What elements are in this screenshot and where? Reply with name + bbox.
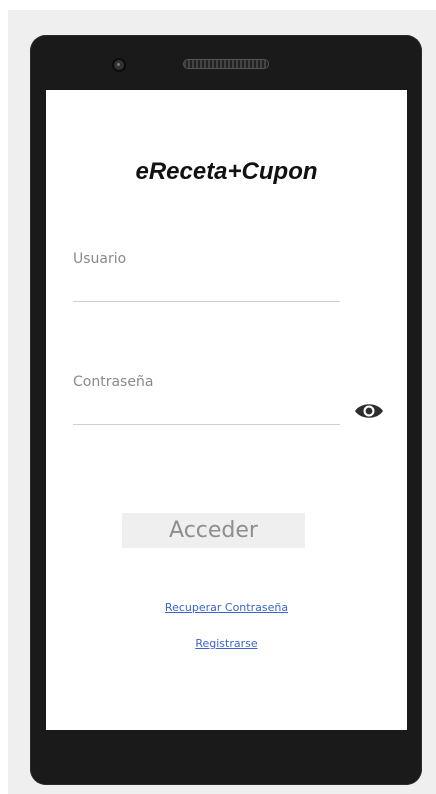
username-label: Usuario — [73, 251, 127, 267]
recover-password-link[interactable]: Recuperar Contraseña — [46, 601, 407, 614]
eye-icon[interactable] — [354, 401, 384, 421]
earpiece-speaker — [184, 60, 268, 68]
front-camera — [114, 60, 124, 70]
username-underline — [73, 301, 340, 302]
username-input[interactable] — [73, 275, 340, 299]
login-screen: eReceta+Cupon Usuario Contraseña Acceder… — [46, 90, 407, 730]
login-button[interactable]: Acceder — [122, 513, 305, 548]
password-label: Contraseña — [73, 374, 154, 390]
password-underline — [73, 424, 340, 425]
register-link[interactable]: Registrarse — [46, 637, 407, 650]
password-input[interactable] — [73, 398, 340, 422]
app-title: eReceta+Cupon — [135, 158, 318, 185]
phone-frame: eReceta+Cupon Usuario Contraseña Acceder… — [30, 35, 422, 785]
